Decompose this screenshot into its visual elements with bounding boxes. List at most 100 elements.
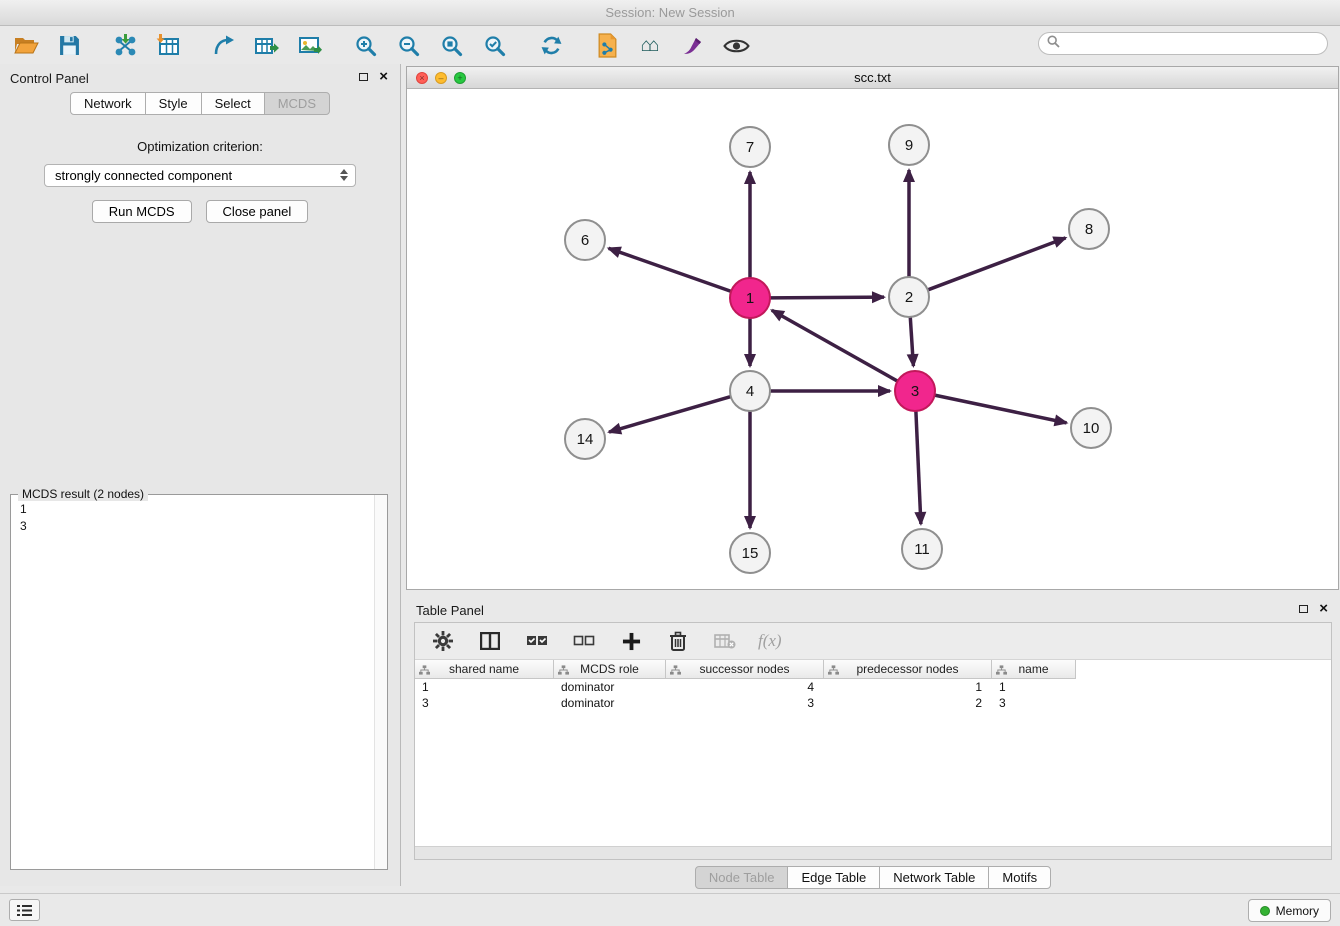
houses-icon[interactable]: ⌂⌂ — [636, 32, 664, 60]
result-scrollbar[interactable] — [374, 495, 387, 869]
table-tab-edge-table[interactable]: Edge Table — [787, 866, 880, 889]
table-row[interactable]: 1dominator411 — [415, 679, 1331, 695]
criterion-dropdown[interactable]: strongly connected component — [44, 164, 356, 187]
graph-node-2[interactable]: 2 — [889, 277, 929, 317]
function-builder-icon[interactable]: f(x) — [758, 627, 782, 655]
table-panel: Table Panel × — [406, 596, 1340, 886]
network-window: × – + scc.txt 7 9 6 8 1 2 4 3 14 10 15 11 — [406, 66, 1339, 590]
control-tab-network[interactable]: Network — [70, 92, 146, 115]
graph-node-label: 2 — [905, 289, 913, 306]
search-input[interactable] — [1065, 34, 1327, 53]
column-header-predecessor-nodes[interactable]: predecessor nodes — [824, 660, 992, 679]
eye-icon[interactable] — [722, 32, 750, 60]
close-panel-button[interactable]: Close panel — [206, 200, 309, 223]
network-file-icon[interactable] — [593, 32, 621, 60]
graph-node-7[interactable]: 7 — [730, 127, 770, 167]
control-tab-style[interactable]: Style — [145, 92, 202, 115]
column-header-name[interactable]: name — [992, 660, 1076, 679]
network-window-title: scc.txt — [854, 70, 891, 85]
graph-edge-2-8 — [928, 238, 1066, 290]
memory-label: Memory — [1276, 904, 1319, 918]
table-horizontal-scrollbar[interactable] — [415, 846, 1331, 859]
select-all-icon[interactable] — [523, 627, 551, 655]
criterion-value: strongly connected component — [55, 168, 232, 183]
open-session-icon[interactable] — [12, 32, 40, 60]
float-panel-icon[interactable] — [359, 73, 368, 81]
graph-node-6[interactable]: 6 — [565, 220, 605, 260]
search-box[interactable] — [1038, 32, 1328, 55]
mcds-result-box: MCDS result (2 nodes) 13 — [10, 494, 388, 870]
table-cell: 4 — [666, 679, 824, 695]
table-cell: 2 — [824, 695, 992, 711]
graph-edge-3-1 — [772, 310, 898, 381]
optimization-label: Optimization criterion: — [0, 139, 400, 154]
close-table-panel-icon[interactable]: × — [1319, 603, 1328, 615]
graph-node-8[interactable]: 8 — [1069, 209, 1109, 249]
titlebar: Session: New Session — [0, 0, 1340, 26]
memory-status-icon — [1260, 906, 1270, 916]
unselect-all-icon[interactable] — [570, 627, 598, 655]
column-header-MCDS-role[interactable]: MCDS role — [554, 660, 666, 679]
graph-edge-4-14 — [609, 397, 731, 432]
import-network-icon[interactable] — [111, 32, 139, 60]
table-tab-motifs[interactable]: Motifs — [988, 866, 1051, 889]
task-history-button[interactable] — [9, 899, 40, 921]
float-table-panel-icon[interactable] — [1299, 605, 1308, 613]
status-bar: Memory — [0, 893, 1340, 926]
mcds-result-title: MCDS result (2 nodes) — [18, 487, 148, 501]
graph-node-10[interactable]: 10 — [1071, 408, 1111, 448]
table-tab-network-table[interactable]: Network Table — [879, 866, 989, 889]
run-mcds-button[interactable]: Run MCDS — [92, 200, 192, 223]
graph-node-label: 3 — [911, 383, 919, 400]
delete-table-icon[interactable] — [711, 627, 739, 655]
table-tab-node-table[interactable]: Node Table — [695, 866, 789, 889]
export-network-icon[interactable] — [210, 32, 238, 60]
table-row[interactable]: 3dominator323 — [415, 695, 1331, 711]
table-toolbar: f(x) — [415, 623, 1331, 660]
memory-button[interactable]: Memory — [1248, 899, 1331, 922]
refresh-layout-icon[interactable] — [537, 32, 565, 60]
graph-edge-1-2 — [770, 297, 884, 298]
table-cell: 1 — [992, 679, 1076, 695]
graph-node-14[interactable]: 14 — [565, 419, 605, 459]
maximize-window-icon[interactable]: + — [454, 72, 466, 84]
graph-node-15[interactable]: 15 — [730, 533, 770, 573]
minimize-window-icon[interactable]: – — [435, 72, 447, 84]
control-tab-mcds[interactable]: MCDS — [264, 92, 330, 115]
import-table-icon[interactable] — [154, 32, 182, 60]
table-panel-title: Table Panel — [416, 603, 484, 618]
show-columns-icon[interactable] — [476, 627, 504, 655]
column-header-successor-nodes[interactable]: successor nodes — [666, 660, 824, 679]
column-label: successor nodes — [699, 662, 789, 676]
graph-edge-3-11 — [916, 411, 921, 524]
control-panel-tabs: NetworkStyleSelectMCDS — [0, 92, 400, 115]
zoom-out-icon[interactable] — [395, 32, 423, 60]
graph-node-1[interactable]: 1 — [730, 278, 770, 318]
zoom-selected-icon[interactable] — [481, 32, 509, 60]
column-type-icon — [996, 664, 1007, 678]
column-label: shared name — [449, 662, 519, 676]
save-session-icon[interactable] — [55, 32, 83, 60]
delete-row-icon[interactable] — [664, 627, 692, 655]
network-window-titlebar[interactable]: × – + scc.txt — [407, 67, 1338, 89]
add-row-icon[interactable] — [617, 627, 645, 655]
graph-node-label: 8 — [1085, 221, 1093, 238]
search-icon — [1047, 35, 1060, 53]
export-image-icon[interactable] — [296, 32, 324, 60]
close-window-icon[interactable]: × — [416, 72, 428, 84]
gear-icon[interactable] — [429, 627, 457, 655]
network-canvas[interactable]: 7 9 6 8 1 2 4 3 14 10 15 11 — [407, 89, 1338, 589]
graph-node-11[interactable]: 11 — [902, 529, 942, 569]
control-tab-select[interactable]: Select — [201, 92, 265, 115]
graph-node-3[interactable]: 3 — [895, 371, 935, 411]
export-table-icon[interactable] — [253, 32, 281, 60]
close-panel-icon[interactable]: × — [379, 71, 388, 83]
zoom-in-icon[interactable] — [352, 32, 380, 60]
graph-node-label: 11 — [914, 541, 930, 558]
graph-node-4[interactable]: 4 — [730, 371, 770, 411]
brush-icon[interactable] — [679, 32, 707, 60]
graph-node-9[interactable]: 9 — [889, 125, 929, 165]
column-header-shared-name[interactable]: shared name — [415, 660, 554, 679]
zoom-fit-icon[interactable] — [438, 32, 466, 60]
graph-edge-1-6 — [609, 248, 732, 291]
